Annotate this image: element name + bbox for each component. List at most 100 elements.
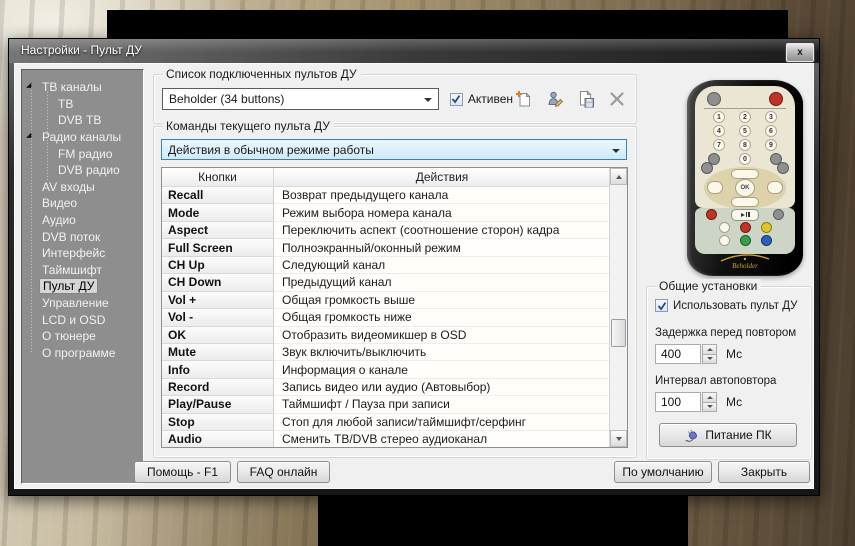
- delay-input[interactable]: [655, 344, 701, 364]
- remote-red-button: [740, 222, 751, 233]
- vertical-scrollbar[interactable]: [609, 168, 627, 447]
- pc-power-button[interactable]: Питание ПК: [659, 423, 797, 447]
- action-cell: Общая громкость ниже: [274, 309, 610, 326]
- scrollbar-thumb[interactable]: [611, 319, 626, 347]
- button-cell: CH Down: [162, 274, 274, 291]
- tree-item[interactable]: DVB ТВ: [22, 112, 143, 129]
- close-button-label: Закрыть: [741, 465, 787, 479]
- interval-spin-down-button[interactable]: [702, 403, 717, 413]
- delay-spin-down-button[interactable]: [702, 355, 717, 365]
- table-row[interactable]: StopСтоп для любой записи/таймшифт/серфи…: [162, 414, 610, 431]
- remote-nav-cluster: OK: [704, 167, 786, 209]
- defaults-button-label: По умолчанию: [622, 465, 703, 479]
- tree-item-label: Радио каналы: [39, 130, 124, 144]
- tree-expand-icon[interactable]: ◢: [26, 131, 31, 139]
- tree-item[interactable]: О программе: [22, 345, 143, 362]
- remote-digit: 1: [713, 111, 725, 123]
- use-remote-checkbox[interactable]: [655, 299, 668, 312]
- edit-remote-icon[interactable]: [544, 88, 566, 110]
- table-row[interactable]: ModeРежим выбора номера канала: [162, 204, 610, 221]
- delay-spin-up-button[interactable]: [702, 344, 717, 355]
- scroll-down-button[interactable]: [610, 430, 627, 447]
- tree-item[interactable]: DVB радио: [22, 162, 143, 179]
- tree-item[interactable]: Видео: [22, 195, 143, 212]
- remote-digit: 3: [765, 111, 777, 123]
- tree-item[interactable]: FM радио: [22, 145, 143, 162]
- remote-info-button: [773, 209, 784, 220]
- button-cell: OK: [162, 327, 274, 344]
- tree-item[interactable]: Управление: [22, 295, 143, 312]
- title-bar[interactable]: Настройки - Пульт ДУ x: [9, 39, 819, 63]
- defaults-button[interactable]: По умолчанию: [614, 461, 712, 483]
- tree-item-label: LCD и OSD: [39, 313, 108, 327]
- button-cell: Audio: [162, 431, 274, 448]
- remote-ok-button: OK: [735, 179, 755, 197]
- tree-item[interactable]: AV входы: [22, 179, 143, 196]
- settings-tree: ◢ТВ каналыТВDVB ТВ◢Радио каналыFM радиоD…: [22, 70, 143, 483]
- table-row[interactable]: AspectПереключить аспект (соотношение ст…: [162, 222, 610, 239]
- table-row[interactable]: RecordЗапись видео или аудио (Автовыбор): [162, 379, 610, 396]
- close-dialog-button[interactable]: Закрыть: [718, 461, 810, 483]
- command-mode-select[interactable]: Действия в обычном режиме работы: [161, 139, 627, 160]
- remote-lower-panel: [695, 208, 795, 254]
- table-row[interactable]: InfoИнформация о канале: [162, 361, 610, 378]
- action-cell: Запись видео или аудио (Автовыбор): [274, 379, 610, 396]
- faq-online-button[interactable]: FAQ онлайн: [237, 461, 330, 483]
- tree-item-label: ТВ: [55, 97, 76, 111]
- active-checkbox[interactable]: [450, 93, 463, 106]
- action-cell: Следующий канал: [274, 257, 610, 274]
- tree-item[interactable]: Таймшифт: [22, 262, 143, 279]
- close-window-button[interactable]: x: [786, 43, 814, 62]
- tree-item-label: DVB ТВ: [55, 113, 104, 127]
- tree-item-label: DVB радио: [55, 163, 123, 177]
- remote-select[interactable]: Beholder (34 buttons): [162, 88, 439, 110]
- remote-brand-label: Beholder: [732, 263, 758, 270]
- interval-input[interactable]: [655, 392, 701, 412]
- tree-item[interactable]: ◢ Радио каналы: [22, 129, 143, 146]
- remote-list-group-title: Список подключенных пультов ДУ: [162, 67, 361, 81]
- table-row[interactable]: MuteЗвук включить/выключить: [162, 344, 610, 361]
- tree-item-label: Пульт ДУ: [39, 278, 98, 294]
- table-row[interactable]: AudioСменить ТВ/DVB стерео аудиоканал: [162, 431, 610, 448]
- tree-item-label: Видео: [39, 196, 80, 210]
- button-cell: CH Up: [162, 257, 274, 274]
- remote-aspect-button: [701, 162, 713, 174]
- table-row[interactable]: Vol -Общая громкость ниже: [162, 309, 610, 326]
- tree-item[interactable]: LCD и OSD: [22, 311, 143, 328]
- general-settings-group: Общие установки Использовать пульт ДУ За…: [646, 286, 812, 460]
- button-cell: Vol +: [162, 292, 274, 309]
- tree-item[interactable]: Интерфейс: [22, 245, 143, 262]
- column-header-buttons[interactable]: Кнопки: [162, 168, 274, 186]
- table-row[interactable]: RecallВозврат предыдущего канала: [162, 187, 610, 204]
- tree-item[interactable]: ◢ТВ каналы: [22, 79, 143, 96]
- remote-stop-button: [719, 235, 730, 246]
- table-row[interactable]: CH UpСледующий канал: [162, 257, 610, 274]
- tree-item[interactable]: DVB поток: [22, 228, 143, 245]
- close-icon: x: [797, 48, 803, 58]
- tree-item[interactable]: Пульт ДУ: [22, 278, 143, 295]
- table-row[interactable]: Play/PauseТаймшифт / Пауза при записи: [162, 396, 610, 413]
- checkmark-icon: [657, 301, 667, 311]
- column-header-actions[interactable]: Действия: [274, 168, 610, 186]
- triangle-up-icon: [707, 396, 713, 399]
- tree-item[interactable]: О тюнере: [22, 328, 143, 345]
- save-remote-icon[interactable]: [575, 88, 597, 110]
- tree-item[interactable]: ТВ: [22, 96, 143, 113]
- remote-digit: 4: [713, 125, 725, 137]
- table-row[interactable]: Full ScreenПолноэкранный/оконный режим: [162, 239, 610, 256]
- chevron-down-icon: [424, 98, 432, 102]
- power-plug-icon: [684, 428, 699, 443]
- tree-item[interactable]: Аудио: [22, 212, 143, 229]
- help-button[interactable]: Помощь - F1: [134, 461, 231, 483]
- interval-spin-up-button[interactable]: [702, 392, 717, 403]
- scroll-up-button[interactable]: [610, 168, 627, 185]
- table-row[interactable]: Vol +Общая громкость выше: [162, 292, 610, 309]
- table-row[interactable]: OKОтобразить видеомикшер в OSD: [162, 327, 610, 344]
- remote-yellow-button: [761, 222, 772, 233]
- tree-expand-icon[interactable]: ◢: [26, 81, 31, 89]
- delete-remote-icon[interactable]: [606, 88, 628, 110]
- delay-label: Задержка перед повтором: [655, 327, 796, 339]
- new-remote-icon[interactable]: [513, 88, 535, 110]
- remote-vol-up-button: [767, 181, 783, 194]
- table-row[interactable]: CH DownПредыдущий канал: [162, 274, 610, 291]
